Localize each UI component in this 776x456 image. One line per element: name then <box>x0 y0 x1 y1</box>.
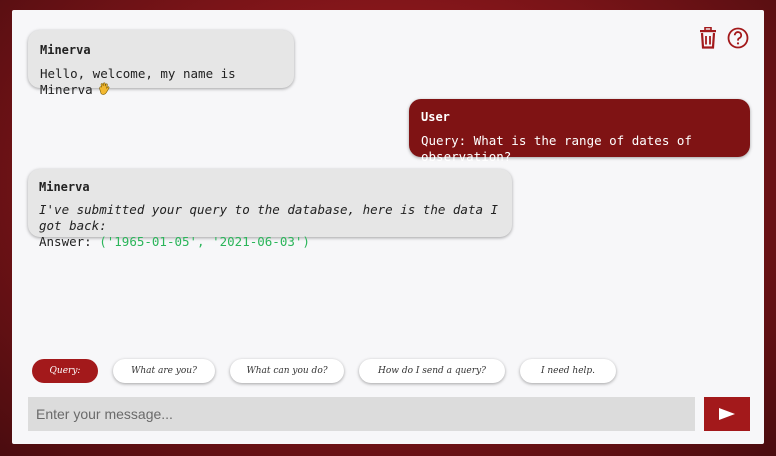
chat-panel: Minerva Hello, welcome, my name is Miner… <box>12 10 764 444</box>
chip-how-send-query[interactable]: How do I send a query? <box>359 359 505 383</box>
message-text-row: Hello, welcome, my name is Minerva <box>40 66 282 98</box>
message-sender: Minerva <box>39 180 90 194</box>
chip-what-are-you[interactable]: What are you? <box>113 359 215 383</box>
send-button[interactable] <box>704 397 750 431</box>
message-input[interactable] <box>28 397 695 431</box>
help-circle-icon[interactable] <box>726 26 750 50</box>
suggestion-chips: Query: What are you? What can you do? Ho… <box>32 359 616 383</box>
chip-need-help[interactable]: I need help. <box>520 359 616 383</box>
chip-what-can-you-do[interactable]: What can you do? <box>230 359 344 383</box>
waving-hand-icon <box>97 82 111 96</box>
answer-value: ('1965-01-05', '2021-06-03') <box>99 234 310 249</box>
chip-query[interactable]: Query: <box>32 359 98 383</box>
message-text: I've submitted your query to the databas… <box>39 202 499 233</box>
bot-message: Minerva I've submitted your query to the… <box>28 169 512 249</box>
bot-message: Minerva Hello, welcome, my name is Miner… <box>28 30 294 97</box>
send-arrow-icon <box>719 408 735 420</box>
message-composer <box>28 397 755 431</box>
message-sender: User <box>421 110 450 124</box>
message-text: Query: What is the range of dates of obs… <box>421 133 692 164</box>
message-sender: Minerva <box>40 43 91 57</box>
user-message: User Query: What is the range of dates o… <box>409 99 750 164</box>
chat-toolbar <box>696 26 750 50</box>
message-text: Hello, welcome, my name is Minerva <box>40 66 236 97</box>
answer-label: Answer: <box>39 234 92 249</box>
answer-row: Answer: ('1965-01-05', '2021-06-03') <box>39 234 501 250</box>
trash-icon[interactable] <box>696 26 720 50</box>
